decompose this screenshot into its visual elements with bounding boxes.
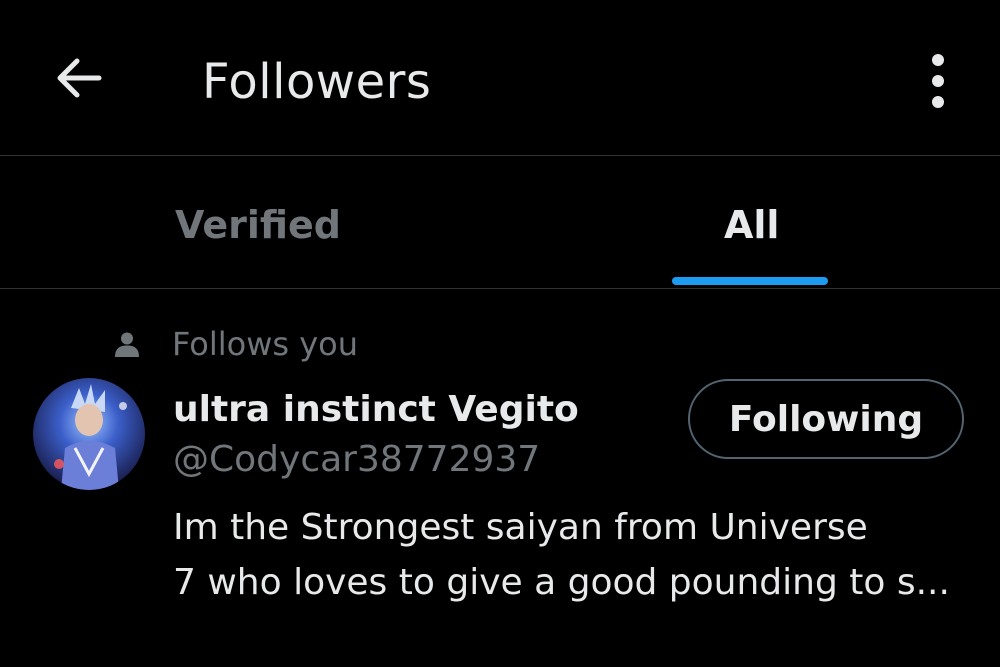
bio-line: 7 who loves to give a good pounding to s… bbox=[173, 562, 950, 603]
person-icon bbox=[112, 329, 142, 359]
user-handle: @Codycar38772937 bbox=[173, 439, 541, 480]
top-app-bar: Followers bbox=[0, 0, 1000, 155]
more-options-button[interactable] bbox=[912, 48, 964, 112]
follows-you-row: Follows you bbox=[112, 322, 358, 366]
avatar[interactable] bbox=[33, 378, 145, 490]
display-name[interactable]: ultra instinct Vegito bbox=[173, 387, 579, 433]
followers-screen: Followers Verified All Follows you ultra… bbox=[0, 0, 1000, 667]
following-button[interactable]: Following bbox=[688, 379, 964, 459]
following-button-label: Following bbox=[728, 398, 924, 440]
user-bio: Im the Strongest saiyan from Universe 7 … bbox=[173, 500, 973, 610]
tab-verified-label: Verified bbox=[175, 203, 342, 247]
back-button[interactable] bbox=[48, 52, 108, 104]
page-title: Followers bbox=[202, 54, 432, 110]
arrow-left-icon bbox=[57, 58, 102, 98]
tab-all-label: All bbox=[724, 203, 780, 247]
follows-you-label: Follows you bbox=[172, 325, 359, 363]
tabs-divider bbox=[0, 288, 1000, 289]
follower-tabs: Verified All bbox=[0, 156, 1000, 288]
active-tab-indicator bbox=[672, 277, 828, 285]
bio-line: Im the Strongest saiyan from Universe bbox=[173, 507, 868, 548]
more-vertical-icon bbox=[932, 54, 944, 108]
tab-verified[interactable]: Verified bbox=[0, 156, 500, 288]
tab-all[interactable]: All bbox=[500, 156, 1000, 288]
